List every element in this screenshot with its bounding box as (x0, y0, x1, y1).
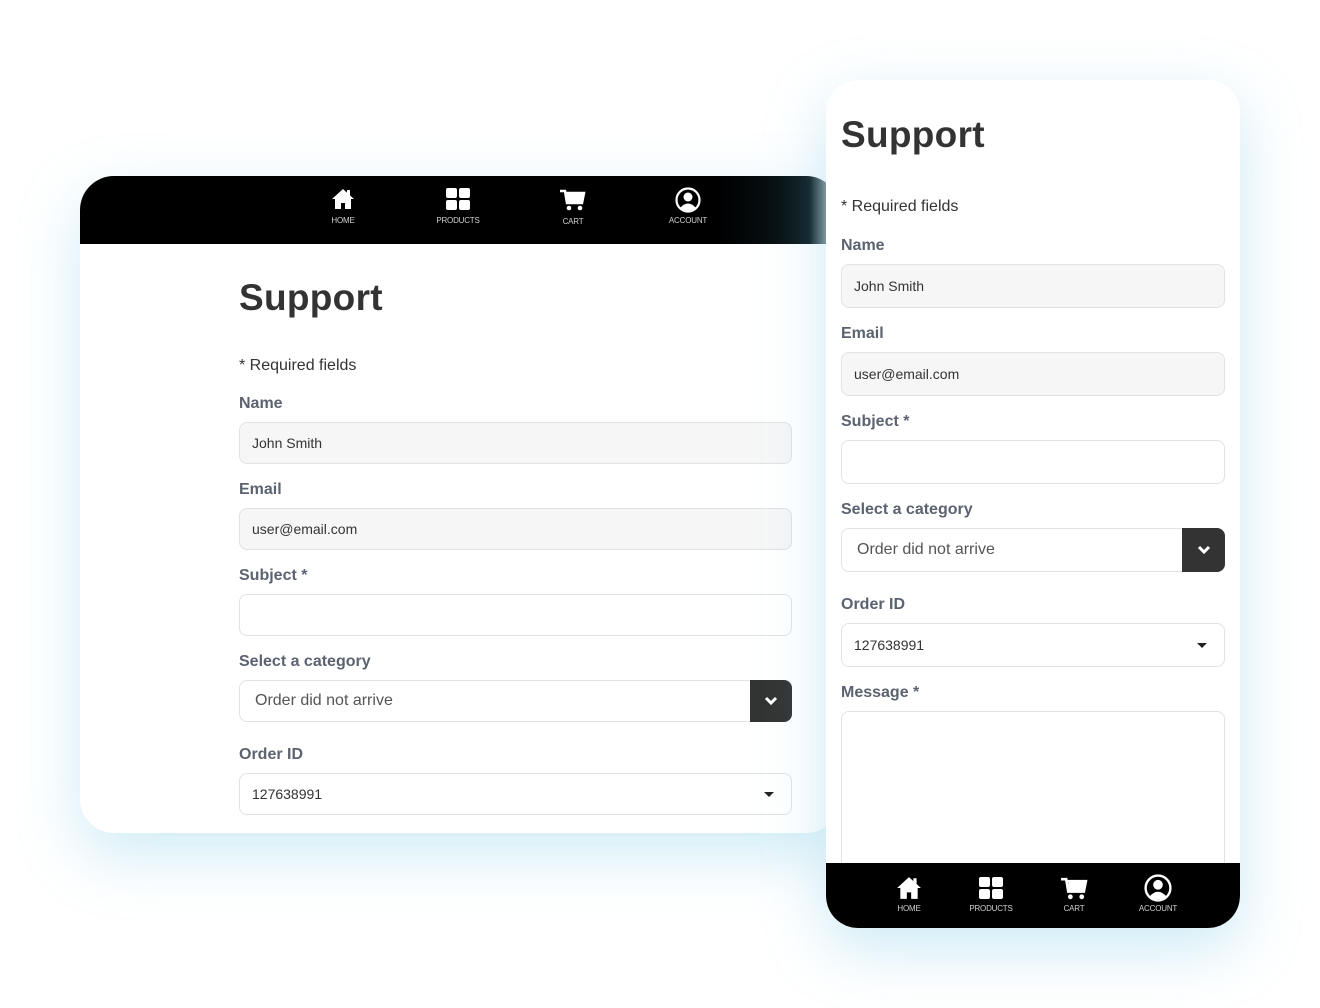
nav-label-home: HOME (331, 216, 355, 225)
category-select[interactable]: Order did not arrive (239, 680, 792, 722)
mobile-preview: Support * Required fields Name John Smit… (826, 80, 1240, 928)
name-label: Name (239, 395, 283, 412)
category-value: Order did not arrive (255, 692, 393, 709)
nav-label-account: ACCOUNT (668, 216, 708, 225)
bottom-navigation-bar: HOME PRODUCTS CART ACCOUNT (826, 863, 1240, 928)
nav-label-account-mobile: ACCOUNT (1138, 904, 1178, 913)
grid-icon (446, 188, 470, 210)
nav-item-home[interactable]: HOME (328, 188, 358, 225)
email-label-mobile: Email (841, 325, 884, 342)
nav-label-products-mobile: PRODUCTS (969, 904, 1013, 913)
account-icon (1144, 874, 1172, 902)
order-id-select[interactable]: 127638991 (239, 773, 792, 815)
cart-icon (1060, 877, 1088, 900)
category-value-mobile: Order did not arrive (857, 541, 995, 558)
grid-icon (979, 877, 1003, 899)
nav-label-cart-mobile: CART (1063, 904, 1085, 913)
chevron-down-icon (764, 696, 778, 706)
order-id-label: Order ID (239, 746, 304, 763)
order-id-select-mobile[interactable]: 127638991 (841, 623, 1225, 667)
email-value: user@email.com (252, 521, 358, 537)
nav-item-account[interactable]: ACCOUNT (665, 187, 711, 225)
nav-item-products[interactable]: PRODUCTS (431, 188, 485, 225)
home-icon (897, 877, 921, 899)
message-label: Message * (239, 832, 792, 833)
account-icon (675, 187, 701, 213)
email-field-mobile[interactable]: user@email.com (841, 352, 1225, 396)
nav-label-home-mobile: HOME (897, 904, 921, 913)
message-label-mobile: Message * (841, 684, 920, 701)
nav-item-home-mobile[interactable]: HOME (894, 876, 924, 913)
nav-label-products: PRODUCTS (436, 216, 480, 225)
support-form: Support * Required fields Name John Smit… (239, 244, 792, 833)
category-select-mobile[interactable]: Order did not arrive (841, 528, 1225, 572)
home-icon (332, 189, 354, 209)
support-form-mobile: Support * Required fields Name John Smit… (841, 80, 1225, 891)
top-navigation-bar: HOME PRODUCTS CART ACCOUNT (80, 176, 840, 244)
subject-label-mobile: Subject * (841, 413, 910, 430)
desktop-preview: HOME PRODUCTS CART ACCOUNT Support * Req… (80, 176, 840, 833)
category-label-mobile: Select a category (841, 501, 973, 518)
nav-item-cart[interactable]: CART (558, 189, 588, 226)
name-value: John Smith (252, 435, 323, 451)
category-label: Select a category (239, 653, 371, 670)
name-field[interactable]: John Smith (239, 422, 792, 464)
order-id-label-mobile: Order ID (841, 596, 906, 613)
order-id-value: 127638991 (252, 786, 323, 802)
category-dropdown-button-mobile[interactable] (1182, 528, 1225, 572)
email-value-mobile: user@email.com (854, 366, 960, 382)
subject-field[interactable] (239, 594, 792, 636)
required-fields-note-mobile: * Required fields (841, 198, 959, 215)
subject-label: Subject * (239, 567, 308, 584)
required-fields-note: * Required fields (239, 357, 357, 374)
name-label-mobile: Name (841, 237, 885, 254)
page-title-mobile: Support (841, 114, 985, 155)
category-dropdown-button[interactable] (750, 680, 792, 722)
subject-field-mobile[interactable] (841, 440, 1225, 484)
cart-icon (560, 189, 586, 211)
page-title: Support (239, 277, 383, 318)
nav-label-cart: CART (562, 217, 584, 226)
email-field[interactable]: user@email.com (239, 508, 792, 550)
caret-down-icon (764, 792, 774, 797)
name-field-mobile[interactable]: John Smith (841, 264, 1225, 308)
nav-item-account-mobile[interactable]: ACCOUNT (1135, 874, 1181, 913)
nav-item-products-mobile[interactable]: PRODUCTS (966, 876, 1016, 913)
order-id-value-mobile: 127638991 (854, 637, 925, 653)
nav-item-cart-mobile[interactable]: CART (1060, 877, 1088, 913)
caret-down-icon (1197, 643, 1207, 648)
email-label: Email (239, 481, 282, 498)
chevron-down-icon (1197, 545, 1210, 555)
name-value-mobile: John Smith (854, 278, 925, 294)
